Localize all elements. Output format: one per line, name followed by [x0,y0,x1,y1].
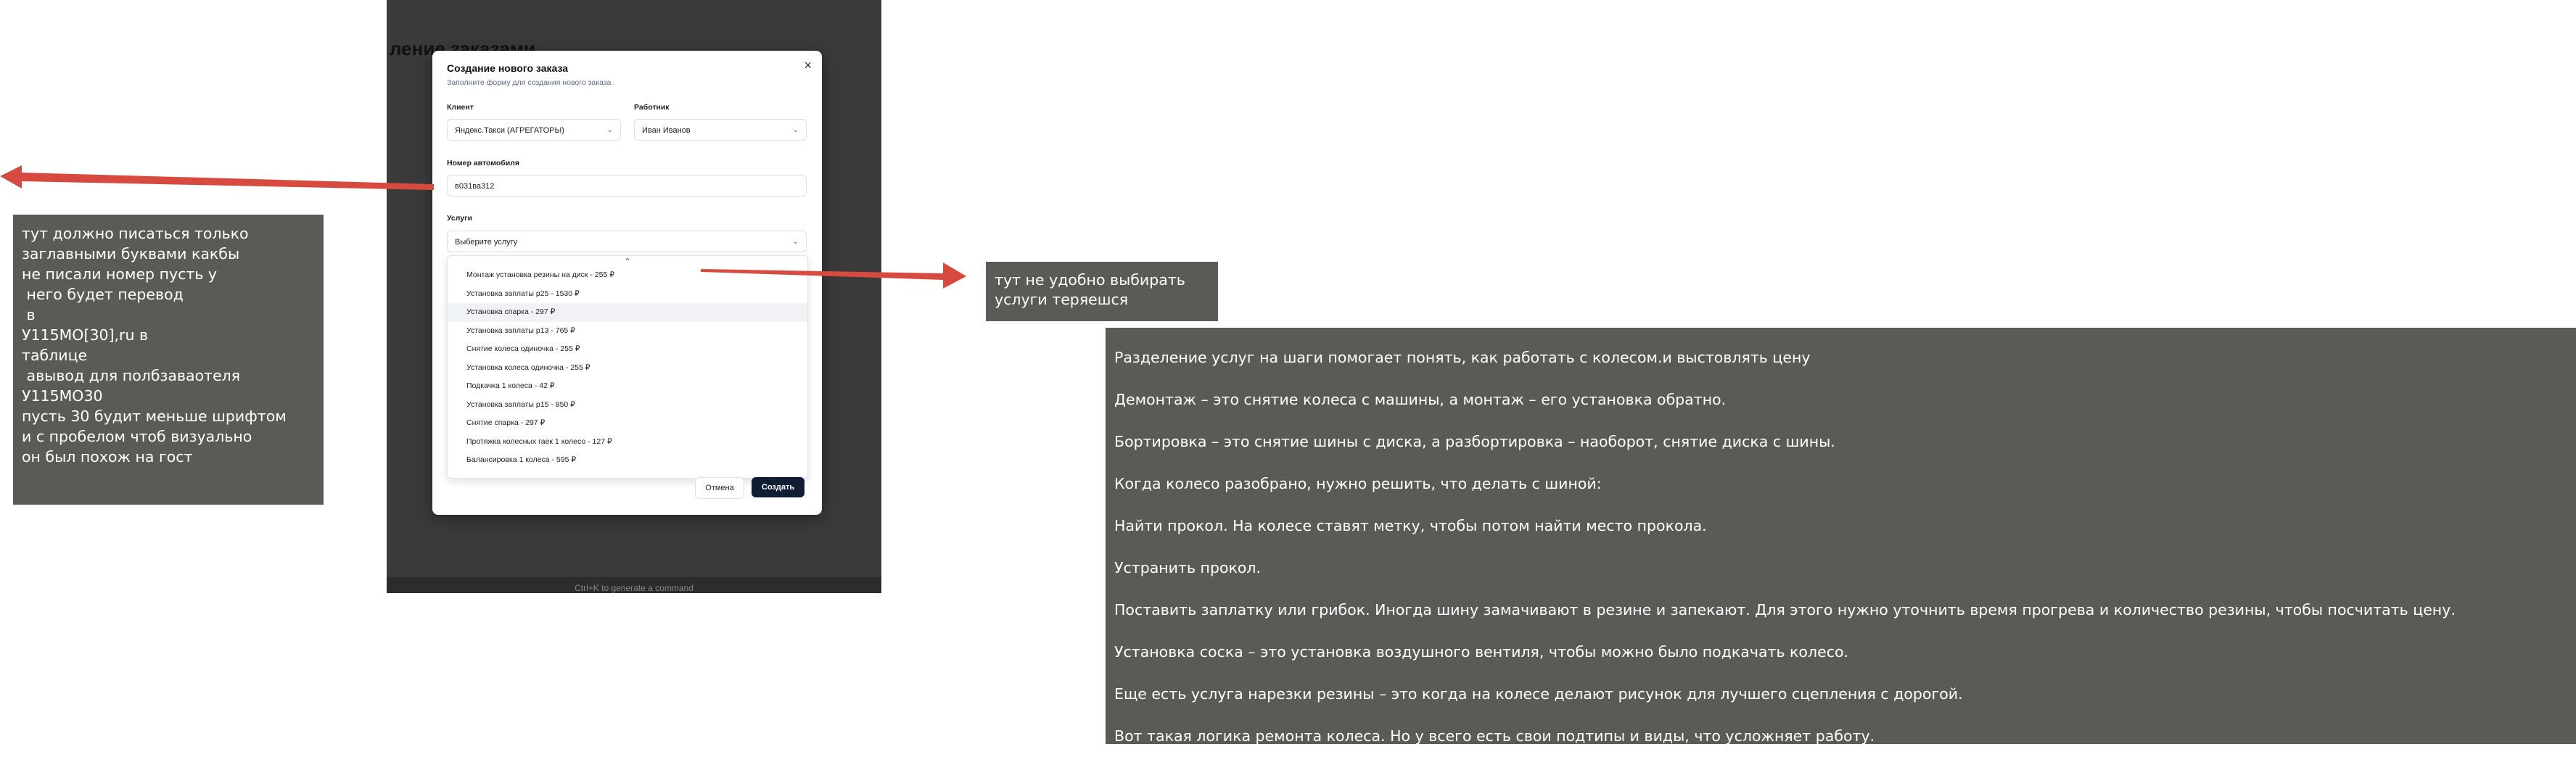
note-paragraph: Устранить прокол. [1114,559,1262,576]
note-line: У115МО[30],ru в [22,326,149,344]
dropdown-item[interactable]: Подкачка 1 колеса - 42 ₽ [448,377,807,396]
dropdown-item[interactable]: Снятие спарка - 297 ₽ [448,414,807,433]
note-line: авывод для полбзаваотеля [22,367,241,384]
note-line: заглавными буквами какбы [22,245,240,262]
command-hint-bar: Ctrl+K to generate a command [387,577,881,593]
dropdown-item[interactable]: Монтаж установка резины на диск - 255 ₽ [448,266,807,285]
note-paragraph: Бортировка – это снятие шины с диска, а … [1114,433,1835,450]
dropdown-item[interactable]: Установка заплаты p13 - 765 ₽ [448,322,807,341]
note-line: услуги теряешся [995,291,1129,308]
close-icon[interactable]: × [804,58,812,73]
note-line: таблице [22,347,88,364]
note-paragraph: Когда колесо разобрано, нужно решить, чт… [1114,475,1602,492]
car-number-input[interactable]: в031ва312 [447,175,807,197]
services-dropdown: ⌃ Монтаж установка резины на диск - 255 … [447,255,808,479]
note-line: пусть 30 будит меньше шрифтом [22,408,287,425]
cancel-button[interactable]: Отмена [695,477,744,499]
dropdown-item[interactable]: Установка заплаты p15 - 850 ₽ [448,396,807,415]
worker-value: Иван Иванов [642,126,691,135]
create-button[interactable]: Создать [752,477,805,497]
note-line: У115МО30 [22,387,103,405]
annotation-note-middle: тут не удобно выбирать услуги теряешся [986,262,1218,321]
client-value: Яндекс.Такси (АГРЕГАТОРЫ) [455,126,564,135]
create-order-dialog: Создание нового заказа Заполните форму д… [432,51,822,515]
chevron-down-icon: ⌄ [792,238,799,246]
note-line: не писали номер пусть у [22,265,218,283]
dropdown-item[interactable]: Протяжка колесных гаек 1 колесо - 127 ₽ [448,433,807,452]
car-number-label: Номер автомобиля [447,159,520,167]
note-line: тут должно писаться только [22,225,249,242]
note-paragraph: Поставить заплатку или грибок. Иногда ши… [1114,601,2456,619]
dropdown-item[interactable]: Снятие колеса одиночка - 255 ₽ [448,340,807,359]
services-label: Услуги [447,214,472,223]
annotation-note-left: тут должно писаться только заглавными бу… [13,215,324,505]
services-placeholder: Выберите услугу [455,238,518,247]
chevron-down-icon: ⌄ [606,126,613,134]
dropdown-item[interactable]: Установка колеса одиночка - 255 ₽ [448,359,807,378]
note-paragraph: Еще есть услуга нарезки резины – это ког… [1114,685,1963,703]
car-number-value: в031ва312 [455,182,495,191]
note-line: тут не удобно выбирать [995,271,1185,289]
annotation-note-right: Разделение услуг на шаги помогает понять… [1106,328,2576,745]
chevron-up-icon[interactable]: ⌃ [448,256,807,266]
dialog-subtitle: Заполните форму для создания нового зака… [447,78,612,87]
arrow-left [0,165,434,190]
dialog-title: Создание нового заказа [447,62,569,74]
note-line: него будет перевод [22,286,184,303]
note-paragraph: Разделение услуг на шаги помогает понять… [1114,349,1811,366]
dropdown-item[interactable]: Установка спарка - 297 ₽ [448,303,807,322]
chevron-down-icon: ⌄ [792,126,799,134]
client-select[interactable]: Яндекс.Такси (АГРЕГАТОРЫ) ⌄ [447,119,621,141]
client-label: Клиент [447,103,474,112]
worker-select[interactable]: Иван Иванов ⌄ [634,119,807,141]
note-paragraph: Найти прокол. На колесе ставят метку, чт… [1114,517,1707,534]
note-line: он был похож на гост [22,448,193,466]
note-paragraph: Вот такая логика ремонта колеса. Но у вс… [1114,727,1875,745]
note-line: в [22,306,36,323]
note-line: и с пробелом чтоб визуально [22,428,252,445]
dropdown-item[interactable]: Балансировка 1 колеса - 595 ₽ [448,451,807,470]
dropdown-item[interactable]: Установка заплаты p25 - 1530 ₽ [448,285,807,304]
services-select[interactable]: Выберите услугу ⌄ [447,231,807,252]
note-paragraph: Демонтаж – это снятие колеса с машины, а… [1114,391,1727,408]
worker-label: Работник [634,103,670,112]
note-paragraph: Установка соска – это установка воздушно… [1114,643,1849,661]
